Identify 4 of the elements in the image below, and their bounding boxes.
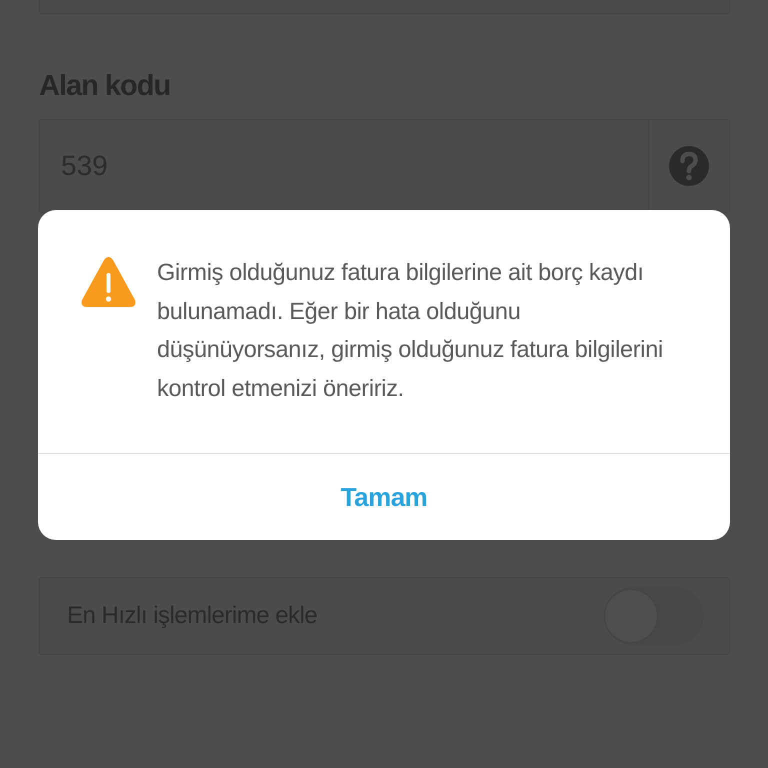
help-icon[interactable] xyxy=(668,145,710,187)
ok-button[interactable]: Tamam xyxy=(340,454,428,540)
dialog-message: Girmiş olduğunuz fatura bilgilerine ait borç kaydı bulunamadı. Eğer bir hata olduğunu düşünüyorsanız, girmiş olduğunuz fatura bilgilerini kontrol etmenizi öneririz. xyxy=(157,258,664,402)
warning-icon xyxy=(80,256,137,308)
